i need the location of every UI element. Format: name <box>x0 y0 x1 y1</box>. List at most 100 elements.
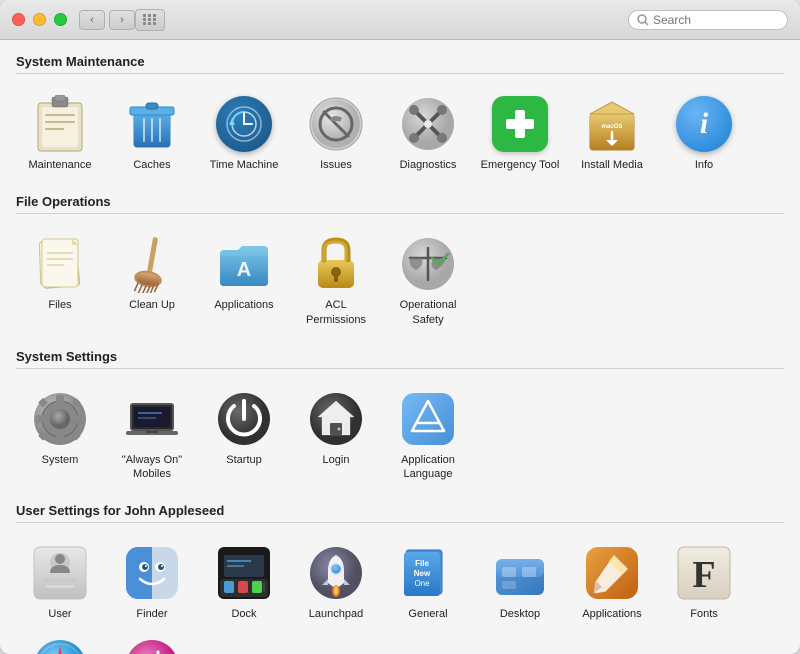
dock-icon-img <box>214 543 274 603</box>
applications-us-label: Applications <box>582 607 641 621</box>
maintenance-label: Maintenance <box>29 158 92 172</box>
itunes-icon <box>124 638 180 654</box>
maximize-button[interactable] <box>54 13 67 26</box>
item-caches[interactable]: Caches <box>108 88 196 176</box>
item-user[interactable]: User <box>16 537 104 625</box>
install-media-icon-img: macOS <box>582 94 642 154</box>
launchpad-label: Launchpad <box>309 607 363 621</box>
file-operations-grid: Files <box>16 224 784 341</box>
maintenance-icon-img <box>30 94 90 154</box>
fonts-label: Fonts <box>690 607 718 621</box>
desktop-icon-img <box>490 543 550 603</box>
item-startup[interactable]: Startup <box>200 383 288 486</box>
dock-label: Dock <box>231 607 256 621</box>
search-bar[interactable] <box>628 10 788 30</box>
item-application-language[interactable]: Application Language <box>384 383 472 486</box>
back-button[interactable]: ‹ <box>79 10 105 30</box>
section-file-operations: File Operations <box>16 194 784 341</box>
item-finder[interactable]: Finder <box>108 537 196 625</box>
item-safari[interactable]: Safari <box>16 630 104 654</box>
item-info[interactable]: i Info <box>660 88 748 176</box>
item-acl-permissions[interactable]: ACL Permissions <box>292 228 380 331</box>
svg-text:macOS: macOS <box>602 124 623 130</box>
time-machine-label: Time Machine <box>210 158 279 172</box>
item-itunes[interactable]: iTunes <box>108 630 196 654</box>
item-files[interactable]: Files <box>16 228 104 331</box>
desktop-label: Desktop <box>500 607 540 621</box>
system-icon-img <box>30 389 90 449</box>
item-maintenance[interactable]: Maintenance <box>16 88 104 176</box>
close-button[interactable] <box>12 13 25 26</box>
applications-fo-icon-img: A <box>214 234 274 294</box>
item-always-on-mobiles[interactable]: "Always On" Mobiles <box>108 383 196 486</box>
item-issues[interactable]: Issues <box>292 88 380 176</box>
applications-fo-label: Applications <box>214 298 273 312</box>
item-launchpad[interactable]: Launchpad <box>292 537 380 625</box>
item-applications-fo[interactable]: A <box>200 228 288 331</box>
diagnostics-label: Diagnostics <box>400 158 457 172</box>
section-title-system-settings: System Settings <box>16 349 784 369</box>
minimize-button[interactable] <box>33 13 46 26</box>
system-settings-grid: System <box>16 379 784 496</box>
operational-safety-icon-img <box>398 234 458 294</box>
item-desktop[interactable]: Desktop <box>476 537 564 625</box>
item-system[interactable]: System <box>16 383 104 486</box>
applications-us-icon-img <box>582 543 642 603</box>
system-maintenance-grid: Maintenance <box>16 84 784 186</box>
startup-icon-img <box>214 389 274 449</box>
finder-icon-img <box>122 543 182 603</box>
grid-view-button[interactable] <box>135 9 165 31</box>
clean-up-icon-img <box>122 234 182 294</box>
general-icon: File New One <box>400 544 456 602</box>
search-icon <box>637 14 649 26</box>
system-icon <box>32 391 88 447</box>
item-diagnostics[interactable]: Diagnostics <box>384 88 472 176</box>
item-dock[interactable]: Dock <box>200 537 288 625</box>
search-input[interactable] <box>653 13 773 27</box>
always-on-mobiles-icon-img <box>122 389 182 449</box>
fonts-icon: F <box>676 545 732 601</box>
section-user-settings: User Settings for John Appleseed <box>16 503 784 654</box>
install-media-icon: macOS <box>584 94 640 154</box>
applications-fo-icon: A <box>216 236 272 292</box>
item-clean-up[interactable]: Clean Up <box>108 228 196 331</box>
application-language-icon-img <box>398 389 458 449</box>
section-title-file-operations: File Operations <box>16 194 784 214</box>
application-language-label: Application Language <box>388 453 468 482</box>
diagnostics-icon-img <box>398 94 458 154</box>
titlebar: ‹ › <box>0 0 800 40</box>
user-icon <box>32 545 88 601</box>
launchpad-icon-img <box>306 543 366 603</box>
forward-button[interactable]: › <box>109 10 135 30</box>
item-emergency-tool[interactable]: Emergency Tool <box>476 88 564 176</box>
item-time-machine[interactable]: Time Machine <box>200 88 288 176</box>
section-system-maintenance: System Maintenance <box>16 54 784 186</box>
clean-up-label: Clean Up <box>129 298 175 312</box>
clean-up-icon <box>126 235 178 293</box>
item-install-media[interactable]: macOS Install Media <box>568 88 656 176</box>
system-label: System <box>42 453 79 467</box>
files-label: Files <box>48 298 71 312</box>
issues-icon <box>308 96 364 152</box>
info-icon-img: i <box>674 94 734 154</box>
item-general[interactable]: File New One General <box>384 537 472 625</box>
login-label: Login <box>323 453 350 467</box>
general-icon-img: File New One <box>398 543 458 603</box>
item-applications-us[interactable]: Applications <box>568 537 656 625</box>
acl-permissions-icon <box>308 234 364 294</box>
emergency-tool-icon <box>492 96 548 152</box>
item-operational-safety[interactable]: Operational Safety <box>384 228 472 331</box>
operational-safety-icon <box>400 236 456 292</box>
user-label: User <box>48 607 71 621</box>
dock-icon <box>216 545 272 601</box>
always-on-mobiles-icon <box>124 391 180 447</box>
maintenance-icon <box>34 95 86 153</box>
caches-icon-img <box>122 94 182 154</box>
item-fonts[interactable]: F Fonts <box>660 537 748 625</box>
svg-text:One: One <box>414 579 430 588</box>
section-title-system-maintenance: System Maintenance <box>16 54 784 74</box>
content-area: System Maintenance <box>0 40 800 654</box>
launchpad-icon <box>308 545 364 601</box>
section-title-user-settings: User Settings for John Appleseed <box>16 503 784 523</box>
item-login[interactable]: Login <box>292 383 380 486</box>
